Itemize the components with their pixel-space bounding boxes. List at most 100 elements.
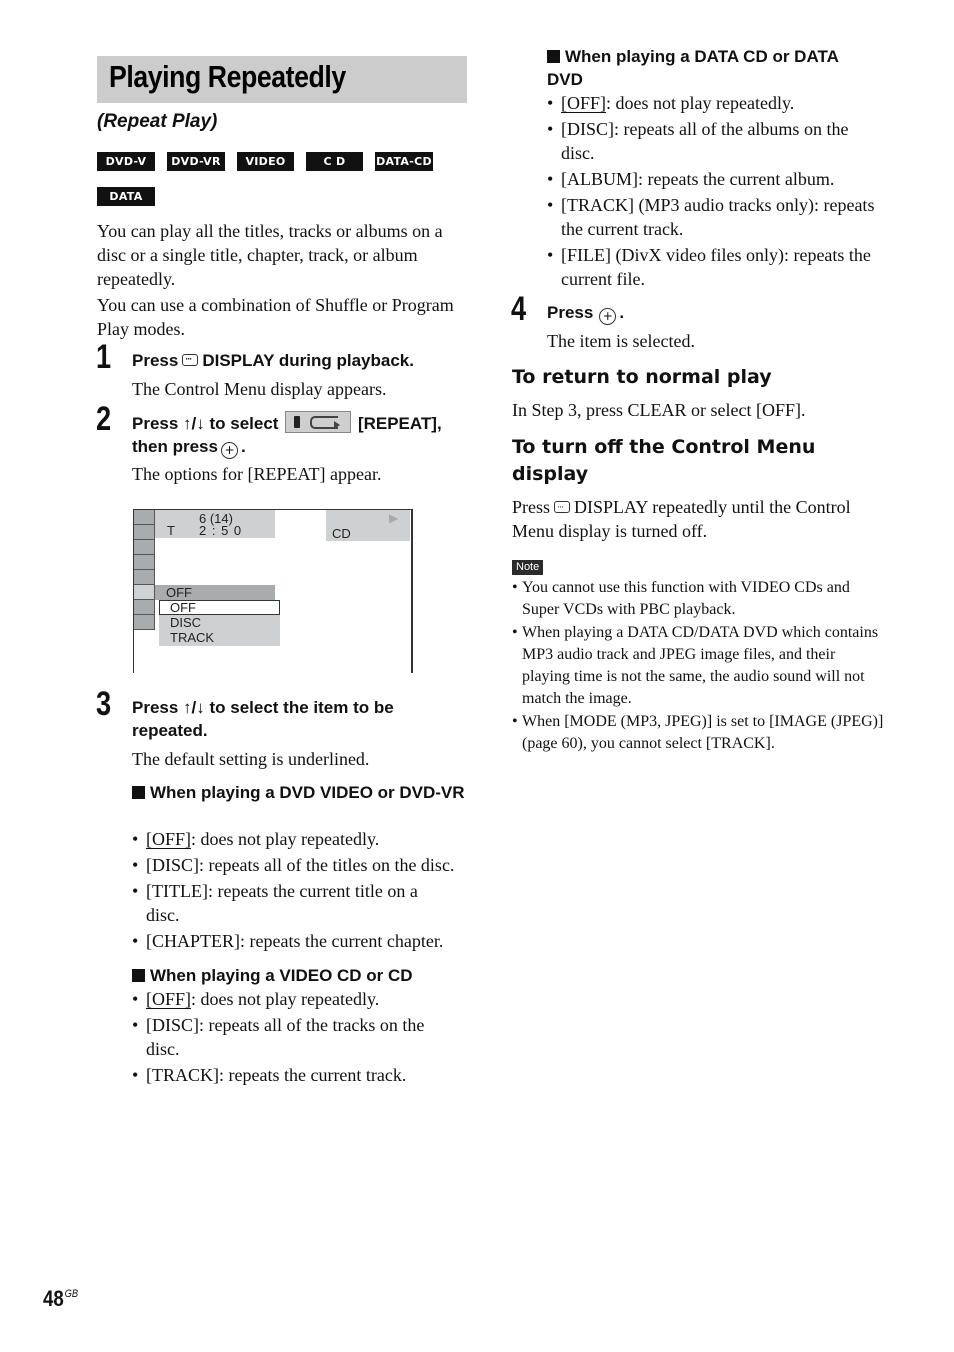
return-normal-text: In Step 3, press CLEAR or select [OFF]. <box>512 400 806 420</box>
square-bullet-icon <box>132 969 145 982</box>
list-item: [OFF]: does not play repeatedly. <box>547 91 877 115</box>
dvd-options-list: [OFF]: does not play repeatedly. [DISC]:… <box>132 827 477 955</box>
intro-paragraph: You can play all the titles, tracks or a… <box>97 221 443 289</box>
page-number: 48GB <box>43 1286 78 1312</box>
list-item: [CHAPTER]: repeats the current chapter. <box>132 929 477 953</box>
option-disc[interactable]: DISC <box>170 616 201 630</box>
step-2-description: The options for [REPEAT] appear. <box>132 464 382 484</box>
list-item: [TITLE]: repeats the current title on a … <box>132 879 446 927</box>
step-text: then press <box>132 437 218 456</box>
option-key: [DISC] <box>561 119 614 139</box>
badge-dvd-vr: DVD-VR <box>167 152 225 171</box>
step-2-heading: Press ↑/↓ to select [REPEAT], then press… <box>132 411 472 459</box>
step-text: . <box>619 303 625 322</box>
option-key: [OFF] <box>561 93 607 113</box>
step-text: . <box>240 437 246 456</box>
step-text: Press <box>132 351 179 370</box>
step-text: [REPEAT], <box>357 414 442 433</box>
enter-icon: + <box>599 308 617 325</box>
return-normal-heading: To return to normal play <box>512 366 772 388</box>
turn-off-text-pre: Press <box>512 497 551 517</box>
option-selected[interactable]: OFF <box>159 600 280 615</box>
step-1-description: The Control Menu display appears. <box>132 379 387 399</box>
page-title: Playing Repeatedly <box>109 59 346 94</box>
menu-icon-cell <box>134 510 155 525</box>
dvd-section-heading: When playing a DVD VIDEO or DVD-VR <box>132 781 472 804</box>
disc-type: CD <box>332 526 351 541</box>
menu-icon-cell <box>134 525 155 540</box>
option-text: : does not play repeatedly. <box>191 829 380 849</box>
list-item: [DISC]: repeats all of the tracks on the… <box>132 1013 452 1061</box>
menu-icon-cell <box>134 555 155 570</box>
section-heading-text: When playing a DVD VIDEO or DVD-VR <box>150 783 465 802</box>
list-item: [DISC]: repeats all of the albums on the… <box>547 117 877 165</box>
option-key: [OFF] <box>146 829 192 849</box>
enter-icon: + <box>220 442 238 459</box>
turn-off-text: PressDISPLAY repeatedly until the Contro… <box>512 495 887 543</box>
step-text: DISPLAY during playback. <box>202 351 414 370</box>
option-key: [CHAPTER] <box>146 931 240 951</box>
list-item: [OFF]: does not play repeatedly. <box>132 827 477 851</box>
menu-icon-cell <box>134 615 155 630</box>
option-key: [TRACK] <box>146 1065 219 1085</box>
options-list: OFF DISC TRACK <box>159 600 280 646</box>
turn-off-heading: To turn off the Control Menu display <box>512 436 816 485</box>
note-item: When [MODE (MP3, JPEG)] is set to [IMAGE… <box>512 711 887 755</box>
option-key: [TRACK] <box>561 195 634 215</box>
vcd-options-list: [OFF]: does not play repeatedly. [DISC]:… <box>132 987 452 1089</box>
intro-paragraph: You can use a combination of Shuffle or … <box>97 295 454 339</box>
option-key: [DISC] <box>146 1015 199 1035</box>
page-suffix: GB <box>64 1288 79 1300</box>
step-3-description: The default setting is underlined. <box>132 749 370 769</box>
time-panel: 6 (14) T 2 : 5 0 <box>155 510 275 538</box>
control-menu-screen: 6 (14) T 2 : 5 0 CD ▶ OFF OFF DISC TRACK <box>133 509 413 673</box>
badge-data-cd: DATA-CD <box>375 152 433 171</box>
list-item: [FILE] (DivX video files only): repeats … <box>547 243 877 291</box>
badge-video-cd: VIDEO CD <box>237 152 294 187</box>
option-key: [DISC] <box>146 855 199 875</box>
step-1-heading: Press DISPLAY during playback. <box>132 348 414 372</box>
list-item: [DISC]: repeats all of the titles on the… <box>132 853 477 877</box>
menu-icon-cell-selected <box>134 585 155 600</box>
step-text: Press ↑/↓ to select <box>132 414 279 433</box>
step-3-heading: Press ↑/↓ to select the item to be repea… <box>132 698 394 740</box>
page-subtitle: (Repeat Play) <box>97 111 218 132</box>
badge-dvd-v: DVD-V <box>97 152 155 171</box>
current-setting-bar: OFF <box>155 585 275 600</box>
time-label: T <box>167 523 175 538</box>
option-key: [OFF] <box>146 989 192 1009</box>
option-key: [ALBUM] <box>561 169 638 189</box>
menu-icon-cell <box>134 600 155 615</box>
badge-cd: C D <box>306 152 363 171</box>
section-heading-text: When playing a DATA CD or DATA DVD <box>547 47 839 89</box>
step-4-description: The item is selected. <box>547 331 695 351</box>
badge-data-dvd: DATA DVD <box>97 187 155 222</box>
option-text: : repeats all of the titles on the disc. <box>199 855 455 875</box>
option-key: [TITLE] <box>146 881 208 901</box>
step-number: 4 <box>511 290 527 328</box>
step-number: 3 <box>96 685 112 723</box>
square-bullet-icon <box>132 786 145 799</box>
step-number: 1 <box>96 338 112 376</box>
data-section-heading: When playing a DATA CD or DATA DVD <box>547 45 877 91</box>
option-text: : repeats the current album. <box>638 169 835 189</box>
list-item: [OFF]: does not play repeatedly. <box>132 987 452 1011</box>
option-text: : repeats the current chapter. <box>240 931 444 951</box>
intro: You can play all the titles, tracks or a… <box>97 219 472 341</box>
vcd-section-heading: When playing a VIDEO CD or CD <box>132 964 472 987</box>
repeat-icon <box>285 411 352 433</box>
display-icon <box>182 348 199 371</box>
note-item: When playing a DATA CD/DATA DVD which co… <box>512 622 887 710</box>
note-item: You cannot use this function with VIDEO … <box>512 577 887 621</box>
step-text: Press <box>547 303 594 322</box>
disc-panel: CD ▶ <box>326 510 410 541</box>
menu-icon-cell <box>134 540 155 555</box>
display-icon <box>554 495 571 519</box>
page-title-bar: Playing Repeatedly <box>97 56 467 103</box>
list-item: [ALBUM]: repeats the current album. <box>547 167 877 191</box>
play-icon: ▶ <box>389 511 399 525</box>
option-track[interactable]: TRACK <box>170 631 214 645</box>
option-label: OFF <box>170 600 196 615</box>
option-text: : does not play repeatedly. <box>606 93 795 113</box>
note-label: Note <box>512 560 544 575</box>
